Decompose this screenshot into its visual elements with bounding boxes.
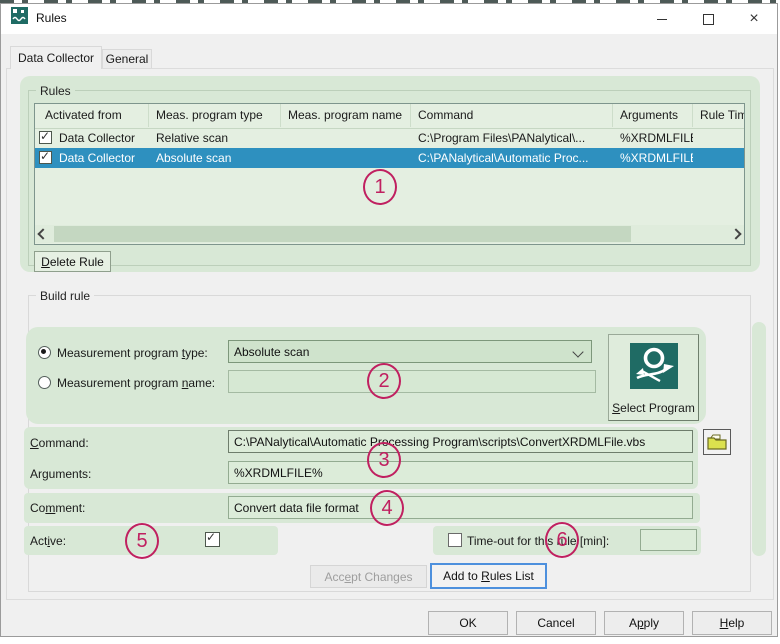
tab-data-collector[interactable]: Data Collector <box>10 46 102 69</box>
maximize-icon <box>703 14 714 25</box>
measurement-program-type-value: Absolute scan <box>234 345 309 359</box>
cell-program-name <box>288 128 409 148</box>
green-highlight-strip <box>752 322 766 556</box>
apply-button[interactable]: Apply <box>604 611 684 635</box>
comment-label: Comment: <box>30 501 85 515</box>
select-program-label: Select Program <box>609 401 698 415</box>
chevron-down-icon <box>572 346 583 357</box>
timeout-checkbox[interactable] <box>448 533 462 547</box>
select-program-button[interactable]: Select Program <box>608 334 699 421</box>
active-label: Active: <box>30 534 66 548</box>
column-header-activated-from[interactable]: Activated from <box>35 104 149 127</box>
build-rule-group-label: Build rule <box>36 289 94 303</box>
scroll-left-button[interactable] <box>35 225 51 243</box>
cell-program-type: Relative scan <box>156 128 279 148</box>
scrollbar-thumb[interactable] <box>54 226 631 242</box>
cell-activated-from: Data Collector <box>59 128 147 148</box>
minimize-icon <box>657 19 667 20</box>
rule-enabled-checkbox[interactable] <box>39 151 52 164</box>
add-to-rules-list-label: Add to Rules List <box>443 569 534 583</box>
annotation-circle-4: 4 <box>370 490 404 526</box>
ok-label: OK <box>459 616 476 630</box>
ok-button[interactable]: OK <box>428 611 508 635</box>
arguments-label: Arguments: <box>30 467 91 481</box>
chevron-right-icon <box>730 228 741 239</box>
cell-command: C:\Program Files\PANalytical\... <box>418 128 611 148</box>
timeout-label: Time-out for this rule [min]: <box>467 534 609 548</box>
rules-group-label: Rules <box>36 84 75 98</box>
timeout-input[interactable] <box>640 529 697 551</box>
goniometer-icon <box>630 343 678 389</box>
column-header-rule-timeout[interactable]: Rule Timeout <box>693 104 745 127</box>
tab-general[interactable]: General <box>102 49 152 69</box>
accept-changes-button: Accept Changes <box>310 565 427 588</box>
browse-command-button[interactable] <box>703 429 731 455</box>
column-header-command[interactable]: Command <box>411 104 613 127</box>
tab-general-label: General <box>106 52 149 66</box>
add-to-rules-list-button[interactable]: Add to Rules List <box>430 563 547 589</box>
delete-rule-button[interactable]: Delete Rule <box>34 251 111 272</box>
active-checkbox[interactable] <box>205 532 220 547</box>
close-button[interactable]: × <box>731 4 777 34</box>
command-label: Command: <box>30 436 89 450</box>
annotation-circle-2: 2 <box>367 363 401 399</box>
annotation-circle-1: 1 <box>363 169 397 205</box>
column-header-program-name[interactable]: Meas. program name <box>281 104 411 127</box>
maximize-button[interactable] <box>685 4 731 34</box>
measurement-program-name-input[interactable] <box>228 370 596 393</box>
arguments-input[interactable] <box>228 461 693 484</box>
cell-activated-from: Data Collector <box>59 148 147 168</box>
annotation-circle-6: 6 <box>545 522 579 558</box>
tab-data-collector-label: Data Collector <box>18 51 94 65</box>
cancel-label: Cancel <box>537 616 574 630</box>
annotation-circle-5: 5 <box>125 523 159 559</box>
annotation-circle-3: 3 <box>367 442 401 478</box>
help-button[interactable]: Help <box>692 611 772 635</box>
app-icon <box>11 7 28 24</box>
cell-program-type: Absolute scan <box>156 148 279 168</box>
table-row-relative-scan[interactable]: Data Collector Relative scan C:\Program … <box>35 128 744 148</box>
apply-label: Apply <box>629 616 659 630</box>
measurement-program-type-radio[interactable] <box>38 346 51 359</box>
cell-arguments: %XRDMLFILE% <box>620 148 693 168</box>
screenshot-canvas: Rules × Data Collector General Rules Act… <box>0 0 780 644</box>
column-header-program-type[interactable]: Meas. program type <box>149 104 281 127</box>
cell-command: C:\PANalytical\Automatic Proc... <box>418 148 611 168</box>
chevron-left-icon <box>37 228 48 239</box>
minimize-button[interactable] <box>639 4 685 34</box>
accept-changes-label: Accept Changes <box>324 570 412 584</box>
cell-program-name <box>288 148 409 168</box>
horizontal-scrollbar[interactable] <box>35 225 744 243</box>
cell-arguments: %XRDMLFILE... <box>620 128 693 148</box>
table-row-absolute-scan[interactable]: Data Collector Absolute scan C:\PANalyti… <box>35 148 744 168</box>
scroll-right-button[interactable] <box>728 225 744 243</box>
rule-enabled-checkbox[interactable] <box>39 131 52 144</box>
measurement-program-name-label: Measurement program name: <box>57 376 215 390</box>
measurement-program-name-radio[interactable] <box>38 376 51 389</box>
column-header-arguments[interactable]: Arguments <box>613 104 693 127</box>
comment-input[interactable] <box>228 496 693 519</box>
table-header: Activated from Meas. program type Meas. … <box>35 104 744 129</box>
window-title: Rules <box>36 11 67 25</box>
command-input[interactable] <box>228 430 693 453</box>
cancel-button[interactable]: Cancel <box>516 611 596 635</box>
folder-icon <box>707 434 727 450</box>
delete-rule-label: Delete Rule <box>41 255 104 269</box>
help-label: Help <box>720 616 745 630</box>
measurement-program-type-select[interactable]: Absolute scan <box>228 340 592 363</box>
close-icon: × <box>749 11 758 27</box>
measurement-program-type-label: Measurement program type: <box>57 346 208 360</box>
